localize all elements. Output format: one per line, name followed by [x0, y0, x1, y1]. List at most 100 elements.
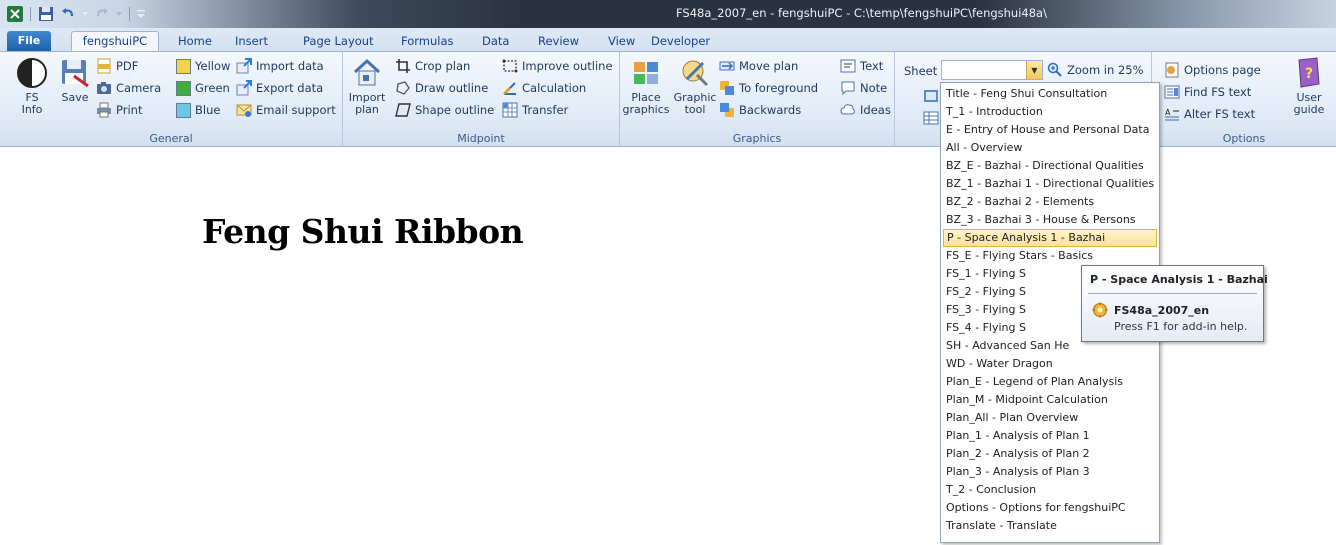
tab-formulas[interactable]: Formulas [401, 33, 454, 52]
email-support-button[interactable]: Email support [236, 100, 336, 120]
move-plan-label: Move plan [739, 59, 799, 73]
dropdown-item[interactable]: Plan_3 - Analysis of Plan 3 [943, 463, 1157, 481]
group-options-label: Options [1222, 132, 1266, 145]
alter-fs-text-button[interactable]: A Alter FS text [1164, 104, 1255, 124]
tab-review[interactable]: Review [538, 33, 579, 52]
camera-button[interactable]: Camera [96, 78, 161, 98]
backwards-button[interactable]: Backwards [719, 100, 801, 120]
text-button[interactable]: Text [840, 56, 883, 76]
draw-outline-label: Draw outline [415, 81, 489, 95]
dropdown-item[interactable]: BZ_E - Bazhai - Directional Qualities [943, 157, 1157, 175]
dropdown-item[interactable]: Plan_All - Plan Overview [943, 409, 1157, 427]
window-title: FS48a_2007_en - fengshuiPC - C:\temp\fen… [676, 6, 1047, 20]
text-label: Text [860, 59, 884, 73]
calculation-button[interactable]: Calculation [502, 78, 586, 98]
qat-separator [30, 7, 31, 21]
dropdown-item[interactable]: BZ_1 - Bazhai 1 - Directional Qualities [943, 175, 1157, 193]
dropdown-item[interactable]: FS_E - Flying Stars - Basics [943, 247, 1157, 265]
redo-dropdown-icon[interactable] [115, 5, 123, 23]
excel-icon[interactable] [6, 5, 24, 23]
yellow-button[interactable]: Yellow [176, 56, 230, 76]
dropdown-item[interactable]: Plan_E - Legend of Plan Analysis [943, 373, 1157, 391]
fs-info-label: FS Info [21, 91, 43, 116]
save-label: Save [61, 91, 89, 104]
dropdown-item[interactable]: Title - Feng Shui Consultation [943, 85, 1157, 103]
dropdown-item[interactable]: All - Overview [943, 139, 1157, 157]
green-swatch-icon [176, 80, 191, 96]
draw-outline-button[interactable]: Draw outline [395, 78, 488, 98]
move-plan-button[interactable]: Move plan [719, 56, 798, 76]
full-screen-icon [923, 88, 939, 104]
ideas-cloud-icon [840, 102, 856, 118]
qat-separator [129, 7, 130, 21]
save-button[interactable]: Save [58, 56, 92, 104]
chevron-down-icon[interactable]: ▼ [1026, 61, 1042, 79]
find-fs-text-button[interactable]: Find FS text [1164, 82, 1251, 102]
import-plan-button[interactable]: Import plan [349, 56, 385, 116]
dropdown-item-selected[interactable]: P - Space Analysis 1 - Bazhai [943, 229, 1157, 247]
place-graphics-button[interactable]: Place graphics [622, 56, 670, 116]
move-plan-icon [719, 58, 735, 74]
group-graphics: Place graphics Graphic tool Move plan To… [620, 52, 895, 147]
dropdown-item[interactable]: BZ_2 - Bazhai 2 - Elements [943, 193, 1157, 211]
pdf-label: PDF [116, 59, 139, 73]
dropdown-item[interactable]: Plan_1 - Analysis of Plan 1 [943, 427, 1157, 445]
note-button[interactable]: Note [840, 78, 887, 98]
dropdown-item[interactable]: Translate - Translate [943, 517, 1157, 535]
alter-fs-text-label: Alter FS text [1184, 107, 1256, 121]
transfer-button[interactable]: Transfer [502, 100, 568, 120]
improve-outline-icon [502, 58, 518, 74]
tab-fengshuipc[interactable]: fengshuiPC [71, 31, 159, 53]
tab-view[interactable]: View [608, 33, 635, 52]
redo-icon[interactable] [93, 5, 111, 23]
email-support-icon [236, 102, 252, 118]
ribbon-tab-row: File fengshuiPC Home Insert Page Layout … [0, 28, 1336, 53]
tab-insert[interactable]: Insert [235, 33, 268, 52]
tab-file[interactable]: File [7, 31, 51, 52]
export-data-icon [236, 80, 252, 96]
dropdown-item[interactable]: Plan_2 - Analysis of Plan 2 [943, 445, 1157, 463]
green-button[interactable]: Green [176, 78, 230, 98]
save-icon[interactable] [37, 5, 55, 23]
dropdown-item[interactable]: WD - Water Dragon [943, 355, 1157, 373]
improve-outline-button[interactable]: Improve outline [502, 56, 613, 76]
tab-developer[interactable]: Developer [651, 33, 710, 52]
tab-page-layout[interactable]: Page Layout [303, 33, 374, 52]
graphic-tool-button[interactable]: Graphic tool [673, 56, 717, 116]
yin-yang-icon [16, 56, 48, 90]
dropdown-item[interactable]: T_2 - Conclusion [943, 481, 1157, 499]
print-button[interactable]: Print [96, 100, 142, 120]
note-label: Note [860, 81, 888, 95]
dropdown-item[interactable]: Options - Options for fengshuiPC [943, 499, 1157, 517]
user-guide-button[interactable]: ? User guide [1290, 56, 1328, 116]
dropdown-item[interactable]: Plan_M - Midpoint Calculation [943, 391, 1157, 409]
export-data-button[interactable]: Export data [236, 78, 323, 98]
ideas-button[interactable]: Ideas [840, 100, 891, 120]
group-graphics-label: Graphics [732, 132, 782, 145]
backwards-label: Backwards [739, 103, 802, 117]
graphic-tool-label: Graphic tool [673, 91, 717, 116]
customize-qat-icon[interactable] [136, 5, 146, 23]
dropdown-item[interactable]: T_1 - Introduction [943, 103, 1157, 121]
crop-plan-button[interactable]: Crop plan [395, 56, 470, 76]
to-foreground-label: To foreground [739, 81, 819, 95]
zoom-in-button[interactable]: Zoom in 25% [1047, 60, 1144, 80]
import-data-button[interactable]: Import data [236, 56, 324, 76]
dropdown-item[interactable]: E - Entry of House and Personal Data [943, 121, 1157, 139]
email-support-label: Email support [256, 103, 336, 117]
export-data-label: Export data [256, 81, 324, 95]
to-foreground-button[interactable]: To foreground [719, 78, 818, 98]
tab-home[interactable]: Home [178, 33, 212, 52]
undo-icon[interactable] [59, 5, 77, 23]
undo-dropdown-icon[interactable] [81, 5, 89, 23]
pdf-button[interactable]: PDF [96, 56, 138, 76]
dropdown-item[interactable]: BZ_3 - Bazhai 3 - House & Persons [943, 211, 1157, 229]
blue-button[interactable]: Blue [176, 100, 220, 120]
options-page-button[interactable]: Options page [1164, 60, 1261, 80]
crop-icon [395, 58, 411, 74]
tooltip-help-text: Press F1 for add-in help. [1114, 320, 1248, 333]
shape-outline-button[interactable]: Shape outline [395, 100, 494, 120]
sheet-combobox[interactable]: ▼ [941, 60, 1043, 80]
fs-info-button[interactable]: FS Info [14, 56, 50, 116]
tab-data[interactable]: Data [482, 33, 509, 52]
